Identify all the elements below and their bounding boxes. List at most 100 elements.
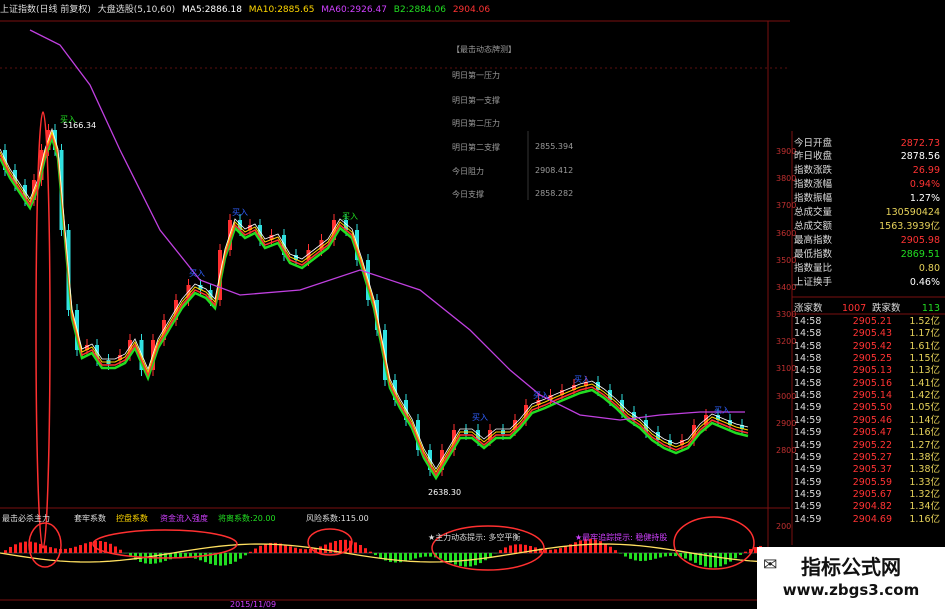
hist-bar-down	[444, 553, 447, 561]
hist-bar-up	[44, 545, 47, 553]
tick-price: 2905.21	[852, 316, 892, 327]
tick-row[interactable]: 14:59 2905.47 1.16亿	[794, 427, 944, 439]
tick-time: 14:58	[794, 353, 822, 365]
quote-row: 总成交量 130590424	[794, 206, 944, 219]
hist-bar-up	[39, 543, 42, 553]
hist-bar-up	[364, 548, 367, 553]
hist-bar-up	[89, 541, 92, 553]
hist-bar-up	[254, 548, 257, 553]
hist-bar-down	[414, 553, 417, 559]
tick-volume: 1.16亿	[909, 427, 940, 439]
highlight-ellipse	[28, 522, 62, 568]
quote-row: 最高指数 2905.98	[794, 234, 944, 247]
predict-header: 【最击动态牌测】	[452, 45, 516, 54]
hist-bar-down	[424, 553, 427, 557]
hist-bar-down	[669, 553, 672, 556]
hist-bar-down	[684, 553, 687, 559]
hist-bar-down	[664, 553, 667, 557]
predict-row-value: 2858.282	[535, 189, 574, 198]
buy-marker: 买入	[60, 115, 76, 124]
tick-row[interactable]: 14:59 2905.67 1.32亿	[794, 489, 944, 501]
tick-volume: 1.33亿	[909, 476, 940, 488]
watermark-title: 指标公式网	[801, 555, 901, 579]
tick-row[interactable]: 14:59 2905.46 1.14亿	[794, 415, 944, 427]
hist-bar-down	[644, 553, 647, 561]
up-count-label: 涨家数	[794, 303, 823, 314]
hist-bar-down	[714, 553, 717, 568]
ma5-value: 2886.18	[204, 5, 242, 15]
up-count-value: 1007	[842, 303, 867, 314]
hist-bar-down	[689, 553, 692, 561]
tick-row[interactable]: 14:58 2905.14 1.42亿	[794, 390, 944, 402]
buy-marker: 买入	[574, 375, 590, 384]
ma60-label: MA60:	[321, 5, 350, 15]
tick-row[interactable]: 14:58 2905.43 1.17亿	[794, 328, 944, 340]
tick-row[interactable]: 14:58 2905.21 1.52亿	[794, 316, 944, 328]
tick-row[interactable]: 14:59 2905.27 1.38亿	[794, 452, 944, 464]
tick-volume: 1.14亿	[909, 414, 940, 426]
hist-bar-up	[514, 544, 517, 553]
tick-row[interactable]: 14:58 2905.13 1.13亿	[794, 365, 944, 377]
tick-row[interactable]: 14:59 2904.82 1.34亿	[794, 501, 944, 513]
hist-bar-up	[604, 543, 607, 553]
tick-row[interactable]: 14:59 2904.69 1.16亿	[794, 514, 944, 526]
hist-bar-down	[654, 553, 657, 559]
hist-bar-down	[439, 553, 442, 559]
tick-time: 14:59	[794, 402, 822, 414]
quote-label: 上证换手	[794, 277, 833, 288]
buy-marker: 买入	[342, 212, 358, 221]
tick-row[interactable]: 14:58 2905.16 1.41亿	[794, 378, 944, 390]
quote-label: 总成交量	[794, 207, 833, 218]
hist-bar-up	[339, 540, 342, 553]
hist-bar-down	[379, 553, 382, 559]
hist-bar-down	[734, 553, 737, 559]
quote-label: 今日开盘	[794, 138, 833, 149]
hist-bar-up	[109, 543, 112, 553]
hist-bar-down	[719, 553, 722, 567]
tick-row[interactable]: 14:59 2905.59 1.33亿	[794, 477, 944, 489]
quote-value: 2872.73	[900, 138, 940, 149]
main-force-note: ★主力动态提示: 多空平衡	[428, 533, 521, 542]
hist-bar-up	[564, 546, 567, 553]
quote-row: 今日开盘 2872.73	[794, 137, 944, 150]
tick-volume: 1.52亿	[909, 316, 940, 327]
quote-value: 26.99	[912, 165, 940, 176]
hist-bar-down	[204, 553, 207, 563]
hist-bar-down	[619, 553, 622, 554]
ma10-label: MA10:	[248, 5, 278, 15]
hist-bar-down	[634, 553, 637, 561]
hist-bar-up	[9, 546, 12, 553]
hist-bar-up	[329, 542, 332, 553]
ma60-line	[29, 29, 745, 421]
hist-bar-up	[64, 548, 67, 553]
quote-row: 昨日收盘 2878.56	[794, 150, 944, 163]
tick-price: 2904.82	[852, 501, 892, 513]
quote-row: 指数涨跌 26.99	[794, 164, 944, 177]
tick-time: 14:58	[794, 340, 822, 352]
tick-row[interactable]: 14:58 2905.25 1.15亿	[794, 353, 944, 365]
hist-bar-down	[629, 553, 632, 559]
ma5-label: MA5:	[182, 5, 205, 15]
tick-time: 14:59	[794, 501, 822, 513]
tick-time: 14:58	[794, 328, 822, 340]
tick-price: 2905.37	[852, 464, 892, 476]
hist-bar-up	[299, 548, 302, 553]
tick-row[interactable]: 14:59 2905.50 1.05亿	[794, 402, 944, 414]
hist-bar-up	[49, 547, 52, 553]
hist-bar-down	[374, 553, 377, 556]
b2-value: 2884.06	[408, 5, 446, 15]
tick-row[interactable]: 14:58 2905.42 1.61亿	[794, 341, 944, 353]
tick-time: 14:59	[794, 414, 822, 426]
tracking-note: ★最牢追踪提示: 稳健持股	[575, 533, 668, 542]
hist-bar-down	[234, 553, 237, 562]
indicator-name: 大盘选股(5,10,60)	[97, 5, 176, 15]
title-bar: 上证指数(日线 前复权) 大盘选股(5,10,60) MA5:2886.18 M…	[0, 0, 945, 20]
hist-bar-up	[54, 548, 57, 553]
quote-label: 指数振幅	[794, 193, 833, 204]
tick-time: 14:59	[794, 427, 822, 439]
hist-bar-down	[184, 553, 187, 557]
tick-row[interactable]: 14:59 2905.22 1.27亿	[794, 440, 944, 452]
date-axis-highlight: 2015/11/09	[230, 600, 277, 609]
hist-bar-up	[554, 549, 557, 553]
tick-row[interactable]: 14:59 2905.37 1.38亿	[794, 464, 944, 476]
